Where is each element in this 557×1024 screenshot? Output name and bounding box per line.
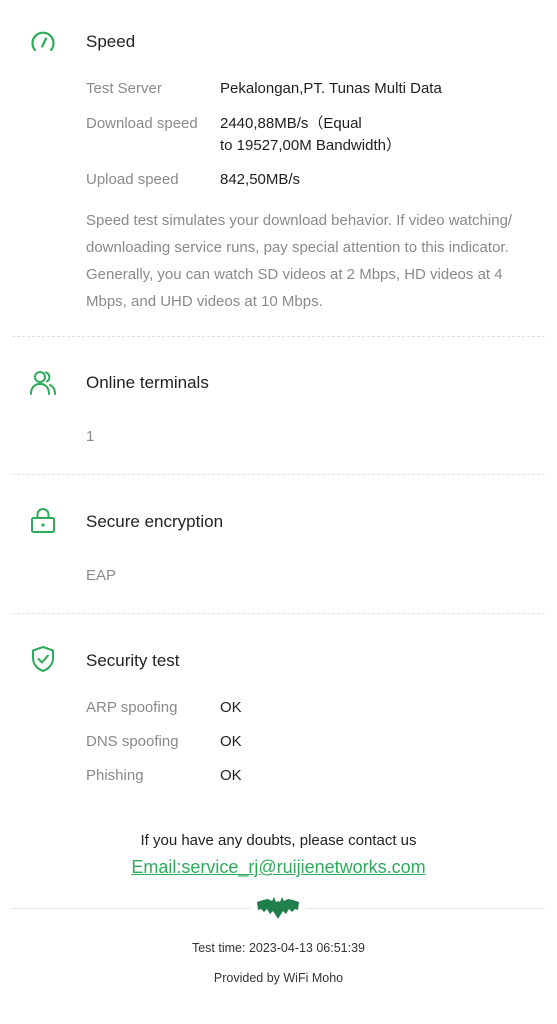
- section-divider: [12, 336, 545, 337]
- online-terminals-value: 1: [86, 428, 95, 445]
- phishing-label: Phishing: [86, 767, 144, 784]
- shield-check-icon: [32, 646, 54, 672]
- speed-description-line: Generally, you can watch SD videos at 2 …: [86, 266, 503, 283]
- arp-spoofing-label: ARP spoofing: [86, 699, 178, 716]
- speed-description-line: Mbps, and UHD videos at 10 Mbps.: [86, 293, 323, 310]
- speed-description-line: Speed test simulates your download behav…: [86, 212, 513, 229]
- speed-description: Speed test simulates your download behav…: [86, 207, 536, 315]
- contact-text: If you have any doubts, please contact u…: [140, 832, 417, 849]
- test-server-label: Test Server: [86, 80, 162, 97]
- provided-by: Provided by WiFi Moho: [213, 971, 344, 985]
- download-speed-value-line2: to 19527,00M Bandwidth）: [220, 137, 401, 154]
- security-test-title: Security test: [86, 651, 180, 670]
- test-server-value: Pekalongan,PT. Tunas Multi Data: [220, 80, 442, 97]
- section-divider: [12, 613, 545, 614]
- upload-speed-value: 842,50MB/s: [220, 171, 301, 188]
- arp-spoofing-value: OK: [220, 699, 242, 716]
- footer-divider-right: [306, 908, 545, 909]
- contact-email-link[interactable]: Email:service_rj@ruijienetworks.com: [0, 857, 557, 878]
- section-divider: [12, 474, 545, 475]
- speedometer-icon: [31, 31, 55, 52]
- secure-encryption-value: EAP: [86, 567, 117, 584]
- online-terminals-title: Online terminals: [86, 373, 209, 392]
- bat-logo-icon: [257, 897, 299, 919]
- upload-speed-label: Upload speed: [86, 171, 179, 188]
- footer-divider-left: [12, 908, 250, 909]
- users-icon: [30, 371, 56, 395]
- dns-spoofing-label: DNS spoofing: [86, 733, 179, 750]
- download-speed-value-line1: 2440,88MB/s（Equal: [220, 115, 362, 132]
- test-time: Test time: 2023-04-13 06:51:39: [191, 941, 366, 955]
- dns-spoofing-value: OK: [220, 733, 242, 750]
- speed-title: Speed: [86, 32, 136, 51]
- download-speed-label: Download speed: [86, 115, 198, 132]
- phishing-value: OK: [220, 767, 242, 784]
- secure-encryption-title: Secure encryption: [86, 512, 224, 531]
- lock-icon: [31, 508, 55, 533]
- speed-description-line: downloading service runs, pay special at…: [86, 239, 509, 256]
